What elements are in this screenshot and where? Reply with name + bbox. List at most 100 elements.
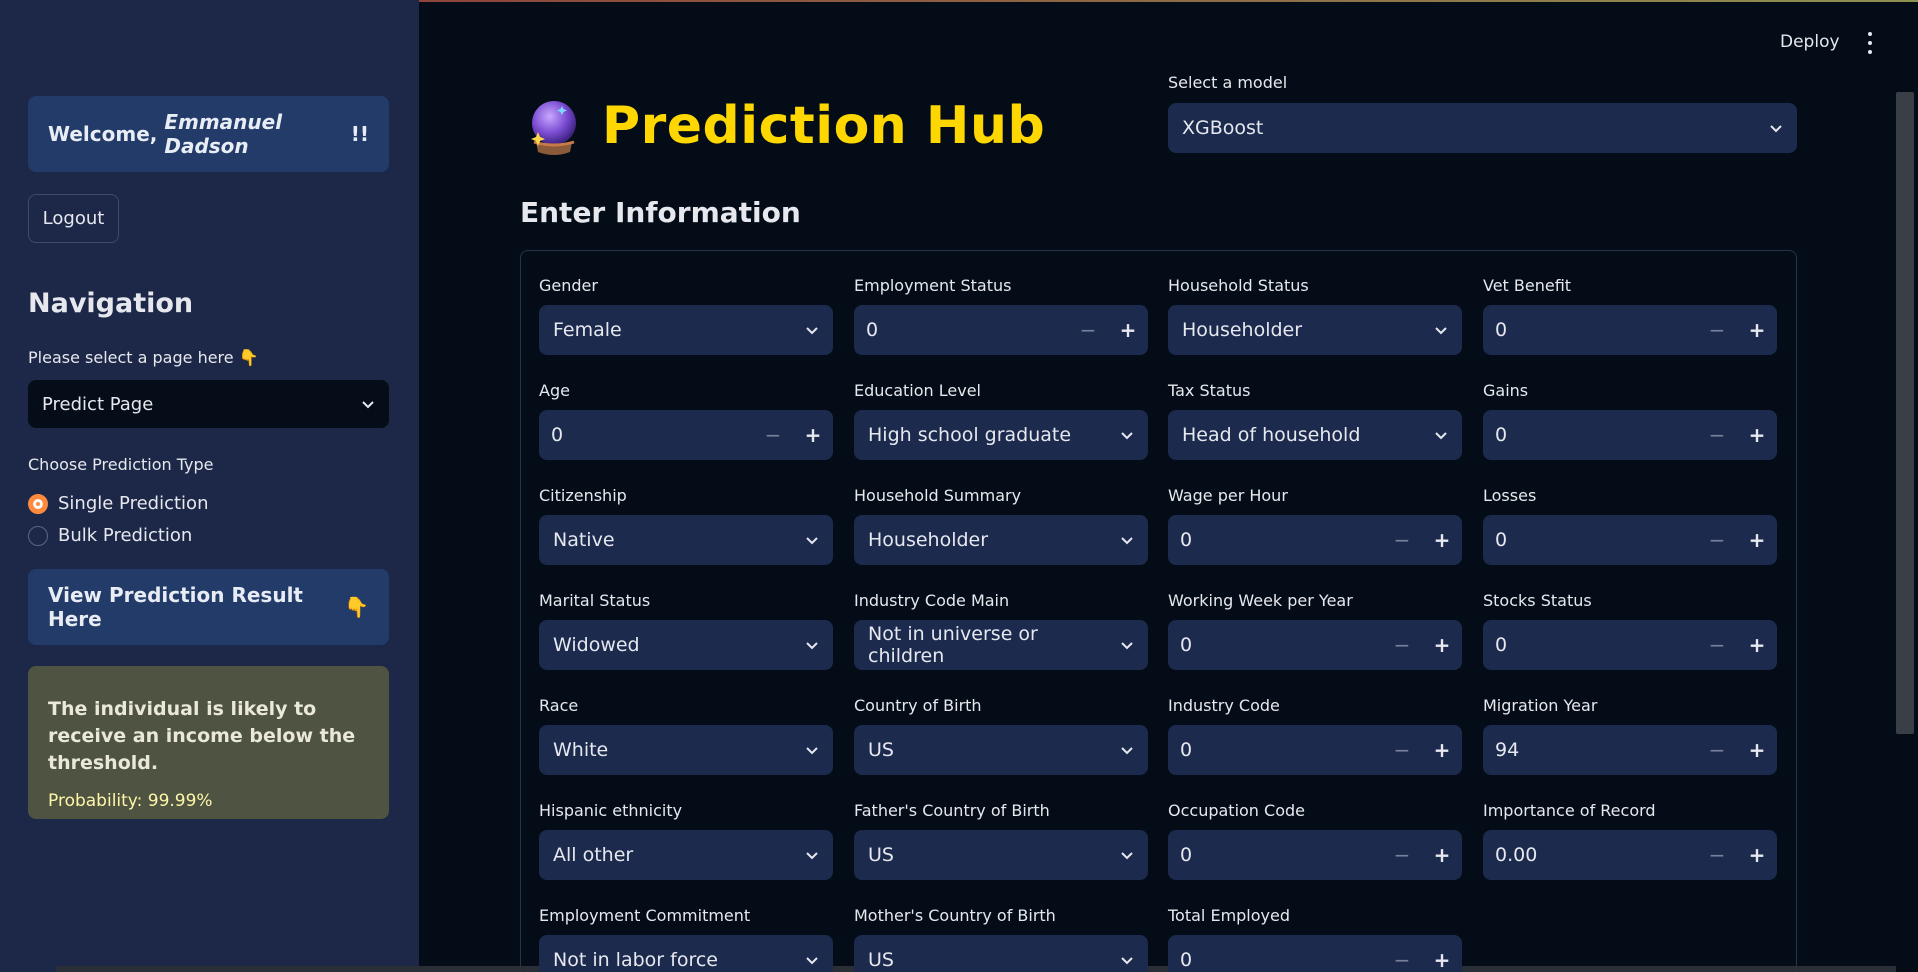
decrement-button[interactable]: − <box>1382 620 1422 670</box>
increment-button[interactable]: + <box>1737 620 1777 670</box>
page-select-label: Please select a page here 👇 <box>28 348 259 367</box>
importance-of-record-value[interactable]: 0.00 <box>1483 844 1697 866</box>
model-select-dropdown[interactable]: XGBoost <box>1168 103 1797 153</box>
radio-bulk-prediction[interactable]: Bulk Prediction <box>28 525 192 546</box>
chevron-down-icon <box>1121 537 1133 545</box>
increment-button[interactable]: + <box>1422 935 1462 972</box>
total-employed-value[interactable]: 0 <box>1168 949 1382 971</box>
model-select-label: Select a model <box>1168 73 1288 92</box>
losses-value[interactable]: 0 <box>1483 529 1697 551</box>
household-status-label: Household Status <box>1168 276 1309 295</box>
total-employed-label: Total Employed <box>1168 906 1291 925</box>
total-employed-input[interactable]: 0− + <box>1168 935 1462 972</box>
increment-button[interactable]: + <box>1422 725 1462 775</box>
occupation-code-label: Occupation Code <box>1168 801 1305 820</box>
industry-code-value[interactable]: 0 <box>1168 739 1382 761</box>
vet-benefit-input[interactable]: 0− + <box>1483 305 1777 355</box>
marital-status-value: Widowed <box>553 634 640 656</box>
industry-code-input[interactable]: 0− + <box>1168 725 1462 775</box>
mothers-country-of-birth-select[interactable]: US <box>854 935 1148 972</box>
gains-value[interactable]: 0 <box>1483 424 1697 446</box>
importance-of-record-input[interactable]: 0.00− + <box>1483 830 1777 880</box>
logout-button[interactable]: Logout <box>28 194 119 243</box>
age-input[interactable]: 0− + <box>539 410 833 460</box>
country-of-birth-select[interactable]: US <box>854 725 1148 775</box>
increment-button[interactable]: + <box>1422 620 1462 670</box>
vet-benefit-label: Vet Benefit <box>1483 276 1572 295</box>
decrement-button[interactable]: − <box>1697 305 1737 355</box>
deploy-button[interactable]: Deploy <box>1780 32 1840 52</box>
employment-commitment-select[interactable]: Not in labor force <box>539 935 833 972</box>
increment-button[interactable]: + <box>1422 830 1462 880</box>
household-status-select[interactable]: Householder <box>1168 305 1462 355</box>
increment-button[interactable]: + <box>1737 410 1777 460</box>
stocks-status-input[interactable]: 0− + <box>1483 620 1777 670</box>
decrement-button[interactable]: − <box>1382 725 1422 775</box>
chevron-down-icon <box>1435 327 1447 335</box>
industry-code-main-select[interactable]: Not in universe or children <box>854 620 1148 670</box>
increment-button[interactable]: + <box>1737 515 1777 565</box>
working-week-per-year-input[interactable]: 0− + <box>1168 620 1462 670</box>
occupation-code-value[interactable]: 0 <box>1168 844 1382 866</box>
welcome-prefix: Welcome, <box>48 122 158 146</box>
gains-input[interactable]: 0− + <box>1483 410 1777 460</box>
welcome-banner: Welcome, Emmanuel Dadson!! <box>28 96 389 172</box>
education-level-label: Education Level <box>854 381 981 400</box>
vet-benefit-value[interactable]: 0 <box>1483 319 1697 341</box>
increment-button[interactable]: + <box>1737 830 1777 880</box>
increment-button[interactable]: + <box>793 410 833 460</box>
section-heading: Enter Information <box>520 196 801 229</box>
chevron-down-icon <box>806 642 818 650</box>
decrement-button[interactable]: − <box>1697 515 1737 565</box>
decrement-button[interactable]: − <box>1697 410 1737 460</box>
increment-button[interactable]: + <box>1737 725 1777 775</box>
decrement-button[interactable]: − <box>1382 935 1422 972</box>
decrement-button[interactable]: − <box>1697 725 1737 775</box>
wage-per-hour-input[interactable]: 0− + <box>1168 515 1462 565</box>
chevron-down-icon <box>806 852 818 860</box>
migration-year-input[interactable]: 94− + <box>1483 725 1777 775</box>
citizenship-select[interactable]: Native <box>539 515 833 565</box>
hispanic-ethnicity-select[interactable]: All other <box>539 830 833 880</box>
migration-year-value[interactable]: 94 <box>1483 739 1697 761</box>
radio-label: Bulk Prediction <box>58 525 193 546</box>
employment-status-input[interactable]: 0− + <box>854 305 1148 355</box>
household-summary-select[interactable]: Householder <box>854 515 1148 565</box>
occupation-code-input[interactable]: 0− + <box>1168 830 1462 880</box>
increment-button[interactable]: + <box>1108 305 1148 355</box>
wage-per-hour-value[interactable]: 0 <box>1168 529 1382 551</box>
decrement-button[interactable]: − <box>753 410 793 460</box>
decrement-button[interactable]: − <box>1382 830 1422 880</box>
education-level-select[interactable]: High school graduate <box>854 410 1148 460</box>
tax-status-select[interactable]: Head of household <box>1168 410 1462 460</box>
marital-status-label: Marital Status <box>539 591 651 610</box>
age-value[interactable]: 0 <box>539 424 753 446</box>
chevron-down-icon <box>806 957 818 965</box>
decrement-button[interactable]: − <box>1382 515 1422 565</box>
increment-button[interactable]: + <box>1422 515 1462 565</box>
race-label: Race <box>539 696 579 715</box>
more-options-icon[interactable] <box>1862 32 1878 54</box>
employment-status-value[interactable]: 0 <box>854 319 1068 341</box>
prediction-probability: Probability: 99.99% <box>48 791 213 811</box>
fathers-country-of-birth-select[interactable]: US <box>854 830 1148 880</box>
losses-input[interactable]: 0− + <box>1483 515 1777 565</box>
marital-status-select[interactable]: Widowed <box>539 620 833 670</box>
race-select[interactable]: White <box>539 725 833 775</box>
employment-commitment-label: Employment Commitment <box>539 906 751 925</box>
vertical-scrollbar[interactable] <box>1896 92 1914 734</box>
page-title: Prediction Hub <box>602 96 1046 156</box>
view-prediction-result-banner: View Prediction Result Here 👇 <box>28 569 389 645</box>
increment-button[interactable]: + <box>1737 305 1777 355</box>
chevron-down-icon <box>1435 432 1447 440</box>
working-week-per-year-value[interactable]: 0 <box>1168 634 1382 656</box>
stocks-status-value[interactable]: 0 <box>1483 634 1697 656</box>
decrement-button[interactable]: − <box>1068 305 1108 355</box>
decrement-button[interactable]: − <box>1697 620 1737 670</box>
gender-select[interactable]: Female <box>539 305 833 355</box>
prediction-result-box: The individual is likely to receive an i… <box>28 666 389 819</box>
mothers-country-of-birth-value: US <box>868 949 894 971</box>
radio-single-prediction[interactable]: Single Prediction <box>28 493 208 514</box>
page-select-dropdown[interactable]: Predict Page <box>28 380 389 428</box>
decrement-button[interactable]: − <box>1697 830 1737 880</box>
